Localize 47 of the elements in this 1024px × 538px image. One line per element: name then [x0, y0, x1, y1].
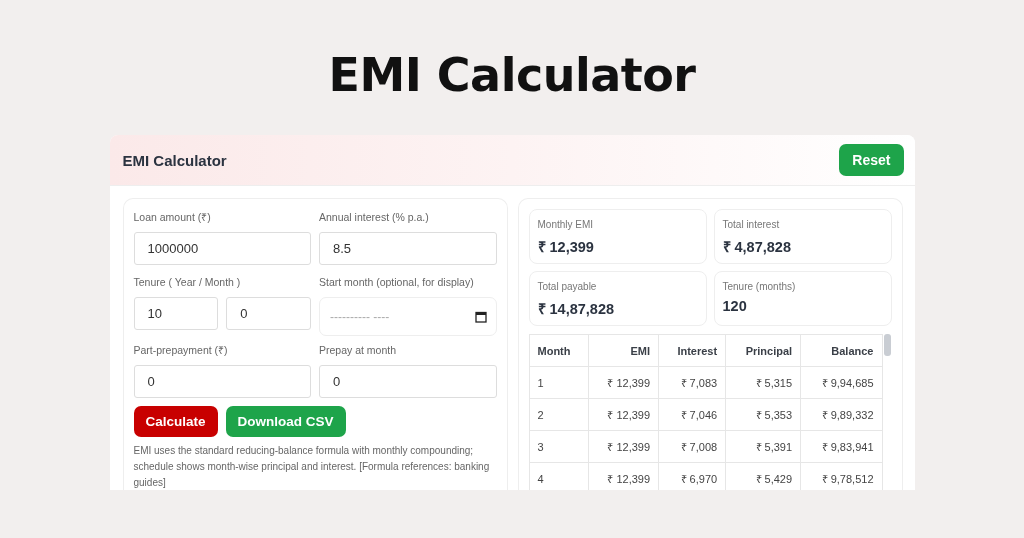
table-cell: ₹ 9,83,941 [800, 430, 882, 463]
table-cell: 2 [529, 398, 589, 431]
summary-label: Total interest [722, 219, 781, 230]
input-field[interactable]: 10 [133, 297, 219, 330]
table-cell: 4 [529, 462, 589, 490]
field-label: Part-prepayment (₹) [133, 343, 229, 358]
column-header: Interest [658, 334, 726, 367]
summary-label: Tenure (months) [722, 281, 797, 292]
input-field[interactable]: 0 [319, 365, 497, 398]
table-cell: ₹ 12,399 [588, 398, 659, 431]
summary-value: ₹ 12,399 [537, 238, 595, 256]
table-cell: 1 [529, 366, 589, 399]
table-cell: ₹ 12,399 [588, 430, 659, 463]
table-cell: ₹ 5,315 [725, 366, 801, 399]
field-label: Start month (optional, for display) [319, 275, 475, 290]
table-cell: ₹ 9,89,332 [800, 398, 882, 431]
page-title: EMI Calculator [328, 47, 696, 104]
input-field[interactable]: 0 [133, 365, 311, 398]
column-header: Month [529, 334, 589, 367]
summary-label: Monthly EMI [537, 219, 595, 230]
input-field[interactable]: 8.5 [319, 232, 497, 265]
scrollbar-thumb[interactable] [883, 334, 891, 356]
column-header: EMI [588, 334, 659, 367]
field-label: Prepay at month [319, 343, 398, 358]
summary-label: Total payable [537, 281, 598, 292]
table-cell: ₹ 7,008 [658, 430, 726, 463]
input-field[interactable]: 0 [226, 297, 311, 330]
column-header: Balance [800, 334, 882, 367]
field-label: Tenure ( Year / Month ) [133, 275, 242, 290]
card-title: EMI Calculator [122, 151, 227, 169]
table-cell: ₹ 12,399 [588, 366, 659, 399]
table-cell: 3 [529, 430, 589, 463]
field-label: Annual interest (% p.a.) [319, 210, 430, 225]
table-cell: ₹ 7,083 [658, 366, 726, 399]
field-label: Loan amount (₹) [133, 210, 212, 225]
formula-note: EMI uses the standard reducing-balance formula with monthly compounding; schedule shows month-wise principal and interest. [Formula references: banking guides] [133, 444, 491, 490]
table-cell: ₹ 9,94,685 [800, 366, 882, 399]
input-field[interactable]: 1000000 [133, 232, 311, 265]
calendar-icon[interactable] [474, 310, 487, 323]
table-cell: ₹ 7,046 [658, 398, 726, 431]
column-header: Principal [725, 334, 801, 367]
table-cell: ₹ 5,353 [725, 398, 801, 431]
summary-value: ₹ 14,87,828 [537, 300, 616, 318]
table-cell: ₹ 5,391 [725, 430, 801, 463]
summary-value: 120 [722, 298, 748, 314]
summary-value: ₹ 4,87,828 [722, 238, 792, 256]
action-button[interactable]: Calculate [133, 406, 218, 437]
